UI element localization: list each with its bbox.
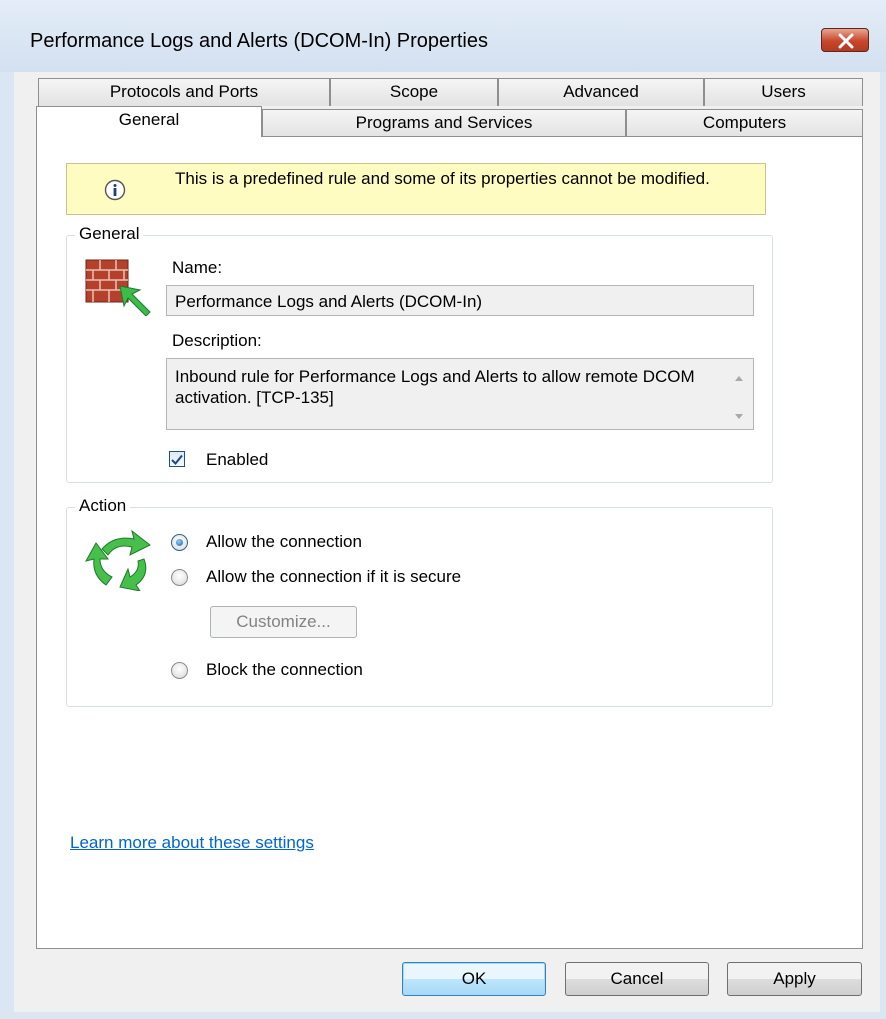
- tab-label: Computers: [702, 113, 787, 132]
- radio-block[interactable]: [171, 662, 188, 679]
- action-group-legend: Action: [75, 496, 131, 516]
- tab-label: Protocols and Ports: [109, 82, 259, 101]
- enabled-label: Enabled: [206, 450, 269, 469]
- cancel-button-label: Cancel: [610, 969, 664, 988]
- enabled-checkbox[interactable]: [169, 451, 185, 467]
- info-bar: This is a predefined rule and some of it…: [66, 163, 766, 215]
- action-arrows-icon: [85, 529, 151, 591]
- tab-scope[interactable]: Scope: [330, 78, 498, 106]
- tab-computers[interactable]: Computers: [626, 109, 863, 137]
- radio-allow-label: Allow the connection: [206, 532, 362, 551]
- radio-allow[interactable]: [171, 534, 188, 551]
- name-value: Performance Logs and Alerts (DCOM-In): [175, 292, 483, 311]
- name-label: Name:: [172, 258, 223, 277]
- tab-advanced[interactable]: Advanced: [498, 78, 704, 106]
- title-bar: Performance Logs and Alerts (DCOM-In) Pr…: [0, 0, 886, 72]
- info-message: This is a predefined rule and some of it…: [175, 169, 710, 188]
- description-field[interactable]: Inbound rule for Performance Logs and Al…: [166, 358, 754, 430]
- general-group-legend: General: [75, 224, 144, 244]
- ok-button[interactable]: OK: [402, 962, 546, 996]
- cancel-button[interactable]: Cancel: [565, 962, 709, 996]
- scroll-arrows-icon: [735, 376, 743, 419]
- description-scrollbar[interactable]: [727, 361, 751, 427]
- ok-button-label: OK: [461, 969, 487, 988]
- tab-users[interactable]: Users: [704, 78, 863, 106]
- checkmark-icon: [171, 454, 183, 465]
- radio-block-label: Block the connection: [206, 660, 363, 679]
- apply-button[interactable]: Apply: [727, 962, 862, 996]
- tab-programs-and-services[interactable]: Programs and Services: [262, 109, 626, 137]
- close-icon: [838, 33, 854, 49]
- info-icon: [104, 179, 126, 201]
- radio-allow-if-secure-label: Allow the connection if it is secure: [206, 567, 462, 586]
- tab-label: Scope: [389, 82, 439, 101]
- description-value: Inbound rule for Performance Logs and Al…: [175, 367, 695, 407]
- tab-label: Programs and Services: [355, 113, 533, 132]
- tab-label: Users: [761, 82, 806, 101]
- tab-label: General: [118, 110, 180, 129]
- apply-button-label: Apply: [773, 969, 816, 988]
- close-button[interactable]: [821, 28, 869, 52]
- tab-label: Advanced: [563, 82, 639, 101]
- learn-more-link[interactable]: Learn more about these settings: [70, 833, 314, 853]
- description-label: Description:: [172, 331, 262, 350]
- firewall-icon: [85, 259, 151, 316]
- tab-general[interactable]: General: [36, 106, 262, 137]
- customize-button[interactable]: Customize...: [210, 606, 357, 638]
- window-title: Performance Logs and Alerts (DCOM-In) Pr…: [30, 30, 488, 52]
- tab-protocols-and-ports[interactable]: Protocols and Ports: [38, 78, 330, 106]
- customize-button-label: Customize...: [236, 612, 331, 631]
- name-field[interactable]: Performance Logs and Alerts (DCOM-In): [166, 285, 754, 316]
- radio-allow-if-secure[interactable]: [171, 569, 188, 586]
